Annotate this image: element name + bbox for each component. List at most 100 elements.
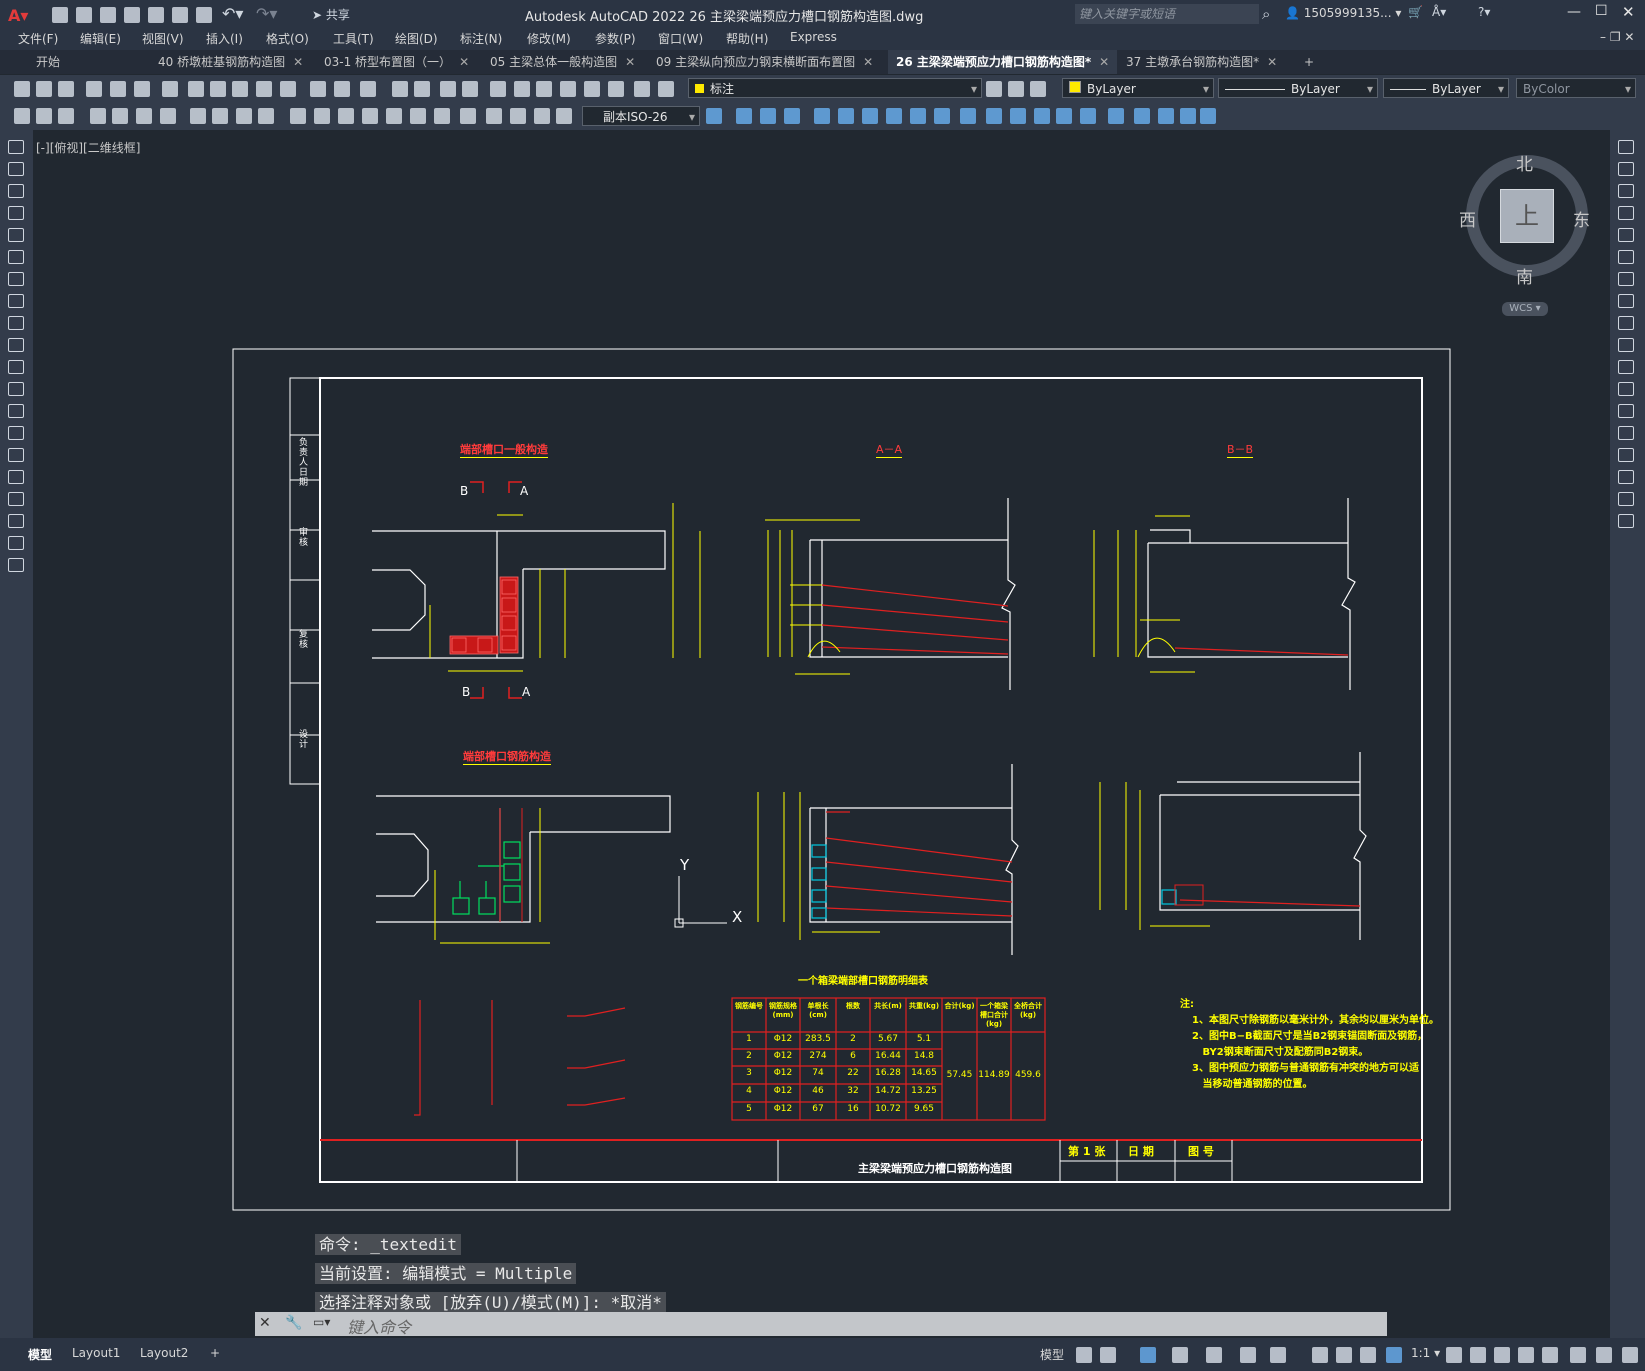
table-header-cell: 全桥合计(kg): [1014, 1002, 1042, 1019]
ucs-icon: [674, 876, 727, 928]
table-header-cell: 共长(m): [874, 1002, 902, 1010]
table-cell: 16: [847, 1104, 859, 1114]
sheet-date-label: 日 期: [1128, 1145, 1154, 1158]
section-mark-b-top: B: [460, 484, 469, 498]
table-cell: 2: [746, 1051, 752, 1061]
section-aa-view: [765, 498, 1016, 690]
customize-icon[interactable]: 🔧: [285, 1315, 302, 1331]
status-toggle-icon-0[interactable]: [1076, 1347, 1092, 1363]
drawing-canvas[interactable]: [0, 0, 1645, 1371]
status-toggle-icon-4[interactable]: [1206, 1347, 1222, 1363]
table-title: 一个箱梁端部槽口钢筋明细表: [798, 976, 928, 987]
title-bb-view: B－B: [1227, 443, 1254, 458]
scale-value: 1:1: [1411, 1346, 1431, 1360]
note-line: BY2钢束断面尺寸及配筋同B2钢束。: [1192, 1047, 1369, 1058]
table-cell: 6: [850, 1051, 856, 1061]
status-toggle-icon-15[interactable]: [1542, 1347, 1558, 1363]
section-mark-b-bottom: B: [462, 685, 471, 699]
table-cell: 74: [812, 1068, 824, 1078]
title-aa-view: A－A: [876, 443, 903, 458]
layout-tab-2[interactable]: Layout2: [140, 1346, 188, 1360]
status-toggle-icon-16[interactable]: [1570, 1347, 1586, 1363]
table-cell: Φ12: [773, 1104, 793, 1114]
table-cell: 9.65: [913, 1104, 935, 1114]
status-toggle-icon-6[interactable]: [1270, 1347, 1286, 1363]
status-toggle-icon-10[interactable]: [1386, 1347, 1402, 1363]
side-labels: 负责人 日期审 核复 核设 计: [290, 378, 320, 784]
side-label: 复 核: [299, 630, 309, 650]
status-toggle-icon-2[interactable]: [1140, 1347, 1156, 1363]
note-line: 当移动普通钢筋的位置。: [1192, 1079, 1313, 1090]
side-label: 设 计: [299, 730, 309, 750]
sheet-number-label: 图 号: [1188, 1145, 1214, 1158]
annotation-scale[interactable]: 1:1 ▾: [1411, 1346, 1440, 1360]
table-cell: Φ12: [773, 1086, 793, 1096]
general-section-view: [372, 481, 701, 699]
notes: 注: 1、本图尺寸除钢筋以毫米计外，其余均以厘米为单位。 2、图中B−B截面尺寸是…: [1180, 997, 1439, 1093]
command-line-2: 当前设置: 编辑模式 = Multiple: [315, 1263, 577, 1284]
table-cell: 1: [746, 1034, 752, 1044]
table-cell: 4: [746, 1086, 752, 1096]
command-prompt-icon[interactable]: ▭▾: [313, 1315, 330, 1329]
note-line: 3、图中预应力钢筋与普通钢筋有冲突的地方可以适: [1192, 1063, 1419, 1074]
table-cell: 283.5: [805, 1034, 831, 1044]
status-toggle-icon-14[interactable]: [1518, 1347, 1534, 1363]
rebar-aa-view: [757, 764, 1019, 955]
rebar-section-view: [376, 795, 671, 944]
section-mark-a-bottom: A: [522, 685, 531, 699]
command-input[interactable]: 键入命令: [347, 1314, 411, 1338]
status-model-label[interactable]: 模型: [1040, 1346, 1064, 1363]
table-header-cell: 一个箱梁槽口合计(kg): [980, 1002, 1008, 1028]
table-cell: 5.1: [916, 1034, 932, 1044]
command-line-1: 命令: _textedit: [315, 1234, 461, 1255]
table-cell: 46: [812, 1086, 824, 1096]
status-toggle-icon-13[interactable]: [1494, 1347, 1510, 1363]
status-toggle-icon-7[interactable]: [1312, 1347, 1328, 1363]
layout-tab-1[interactable]: Layout1: [72, 1346, 120, 1360]
table-header-cell: 合计(kg): [944, 1002, 975, 1010]
status-bar: 模型 1:1 ▾ 模型 Layout1 Layout2 +: [0, 1338, 1645, 1371]
status-toggle-icon-17[interactable]: [1596, 1347, 1612, 1363]
table-cell: 14.72: [875, 1086, 901, 1096]
title-rebar-view: 端部槽口钢筋构造: [463, 750, 551, 765]
side-label: 审 核: [299, 528, 309, 548]
table-cell: Φ12: [773, 1068, 793, 1078]
rebar-bb-view: [1099, 752, 1367, 940]
ucs-x-label: X: [732, 908, 743, 926]
status-toggle-icon-12[interactable]: [1470, 1347, 1486, 1363]
table-header-cell: 单根长(cm): [807, 1002, 829, 1019]
layout-tab-0[interactable]: 模型: [28, 1346, 52, 1363]
table-cell: 3: [746, 1068, 752, 1078]
status-toggle-icon-1[interactable]: [1100, 1347, 1116, 1363]
table-cell: 10.72: [875, 1104, 901, 1114]
rebar-schedule-cells: 钢筋编号 钢筋规格(mm) 单根长(cm) 根数 共长(m) 共重(kg) 合计(kg) 一个…: [732, 998, 1045, 1120]
table-total-cell: 459.6: [1015, 1070, 1041, 1080]
table-header-cell: 根数: [846, 1002, 860, 1010]
table-cell: 5: [746, 1104, 752, 1114]
table-header-cell: 共重(kg): [908, 1002, 940, 1010]
ucs-y-label: Y: [680, 856, 690, 874]
table-cell: Φ12: [773, 1051, 793, 1061]
status-toggle-icon-18[interactable]: [1622, 1347, 1638, 1363]
sheet-title: 主梁梁端预应力槽口钢筋构造图: [858, 1162, 1012, 1175]
table-cell: 16.44: [875, 1051, 901, 1061]
note-line: 1、本图尺寸除钢筋以毫米计外，其余均以厘米为单位。: [1192, 1015, 1439, 1026]
command-close-icon[interactable]: ✕: [259, 1315, 271, 1331]
command-line-3: 选择注释对象或 [放弃(U)/模式(M)]: *取消*: [315, 1292, 666, 1313]
table-cell: 13.25: [911, 1086, 937, 1096]
add-layout-icon[interactable]: +: [210, 1346, 220, 1360]
table-cell: 14.65: [911, 1068, 937, 1078]
status-toggle-icon-11[interactable]: [1446, 1347, 1462, 1363]
table-cell: 16.28: [875, 1068, 901, 1078]
table-cell: Φ12: [773, 1034, 793, 1044]
table-cell: 2: [850, 1034, 856, 1044]
status-toggle-icon-3[interactable]: [1172, 1347, 1188, 1363]
note-line: 2、图中B−B截面尺寸是当B2钢束锚固断面及钢筋，: [1192, 1031, 1428, 1042]
sheet-page-label: 第 1 张: [1068, 1145, 1106, 1158]
section-mark-a-top: A: [520, 484, 529, 498]
table-cell: 5.67: [877, 1034, 899, 1044]
status-toggle-icon-5[interactable]: [1240, 1347, 1256, 1363]
status-toggle-icon-8[interactable]: [1336, 1347, 1352, 1363]
status-toggle-icon-9[interactable]: [1360, 1347, 1376, 1363]
table-cell: 14.8: [913, 1051, 935, 1061]
